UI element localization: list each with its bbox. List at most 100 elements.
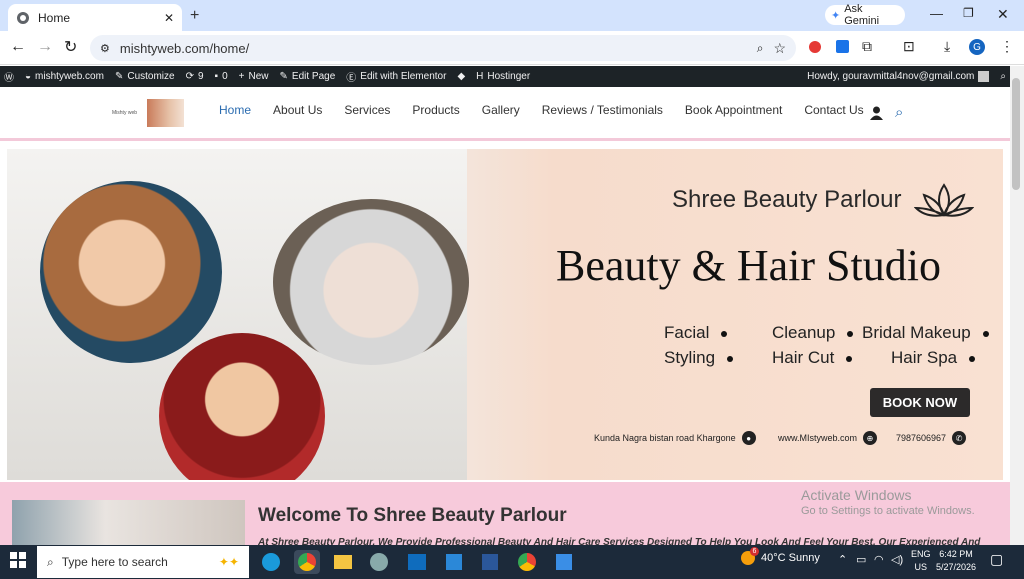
search-highlight-icon: ✦✦ <box>218 555 239 569</box>
volume-icon[interactable]: ◁) <box>891 553 903 566</box>
taskbar-search[interactable]: ⌕ Type here to search ✦✦ <box>37 546 249 578</box>
site-search-icon[interactable]: ⌕ <box>895 104 903 121</box>
minimize-icon[interactable]: — <box>930 6 943 21</box>
wp-hostinger-link[interactable]: H Hostinger <box>476 71 530 82</box>
tab-title: Home <box>38 10 71 25</box>
site-info-icon[interactable]: ⚙ <box>100 42 110 55</box>
banner-headline: Beauty & Hair Studio <box>556 241 941 290</box>
scrollbar-thumb[interactable] <box>1012 78 1020 190</box>
wp-search-icon[interactable]: ⌕ <box>1000 71 1006 82</box>
wp-updates-link[interactable]: ⟳ 9 <box>186 71 204 82</box>
service-styling: Styling <box>664 348 734 368</box>
wp-site-label: mishtyweb.com <box>35 71 104 82</box>
close-window-icon[interactable]: ✕ <box>997 6 1009 23</box>
show-hidden-icons-chevron-icon[interactable]: ⌃ <box>838 553 847 566</box>
service-bridal-makeup: Bridal Makeup <box>862 323 989 343</box>
nav-contact-us[interactable]: Contact Us <box>804 103 863 117</box>
notifications-icon[interactable]: ▢ <box>990 551 1003 568</box>
new-tab-icon[interactable]: + <box>190 7 199 25</box>
chrome-browser-icon[interactable] <box>294 550 320 574</box>
address-label: Kunda Nagra bistan road Khargone <box>594 433 736 443</box>
wordpress-logo-icon[interactable]: Ⓦ <box>4 69 14 84</box>
wp-howdy-label: Howdy, gouravmittal4nov@gmail.com <box>807 71 975 82</box>
outlook-icon[interactable] <box>404 550 430 574</box>
wp-howdy-account[interactable]: Howdy, gouravmittal4nov@gmail.com <box>807 71 990 82</box>
close-tab-icon[interactable]: ✕ <box>164 11 174 25</box>
diamond-icon[interactable]: ◆ <box>457 71 465 82</box>
bookmark-star-icon[interactable]: ☆ <box>773 40 786 57</box>
nav-services[interactable]: Services <box>344 103 390 117</box>
service-cleanup: Cleanup <box>772 323 854 343</box>
wp-admin-bar: Ⓦ ◒ mishtyweb.com ✎ Customize ⟳ 9 ▪ 0 + New ✎… <box>0 66 1010 87</box>
ask-gemini-label: Ask Gemini <box>844 3 880 27</box>
service-cleanup-label: Cleanup <box>772 323 836 342</box>
microsoft-store-icon[interactable] <box>441 550 467 574</box>
language-indicator[interactable]: ENG US <box>911 548 931 574</box>
wp-customize-label: Customize <box>127 71 175 82</box>
tab-search-icon[interactable]: ⊡ <box>903 38 915 55</box>
nav-home[interactable]: Home <box>219 103 251 117</box>
phone-label: 7987606967 <box>896 433 947 443</box>
windows-start-icon[interactable] <box>10 552 26 571</box>
file-explorer-icon[interactable] <box>330 550 356 574</box>
activate-title: Activate Windows <box>801 487 912 503</box>
back-icon[interactable]: ← <box>10 38 26 56</box>
wifi-icon[interactable]: ◠ <box>874 553 884 566</box>
extensions-puzzle-icon[interactable]: ⧉ <box>862 38 872 55</box>
elementor-icon: Ⓔ <box>346 73 357 84</box>
service-bridal-makeup-label: Bridal Makeup <box>862 323 971 342</box>
account-icon[interactable] <box>870 106 883 123</box>
language-code: ENG <box>911 549 931 559</box>
battery-icon[interactable]: ▭ <box>856 553 866 566</box>
photos-icon[interactable] <box>551 550 577 574</box>
forward-icon[interactable]: → <box>37 38 53 56</box>
salon-interior-image <box>12 500 245 545</box>
nav-book-appointment[interactable]: Book Appointment <box>685 103 782 117</box>
service-hair-cut: Hair Cut <box>772 348 853 368</box>
bullet-icon <box>847 330 854 337</box>
address-bar[interactable]: ⚙ mishtyweb.com/home/ ⌕ ☆ <box>90 35 796 61</box>
service-hair-spa: Hair Spa <box>891 348 976 368</box>
site-favicon-icon <box>16 11 30 25</box>
nav-about-us[interactable]: About Us <box>273 103 322 117</box>
wp-customize-link[interactable]: ✎ Customize <box>115 71 175 82</box>
restore-icon[interactable]: ❐ <box>963 6 974 20</box>
sun-icon: 6 <box>741 547 759 565</box>
nav-products[interactable]: Products <box>412 103 459 117</box>
book-now-button[interactable]: BOOK NOW <box>870 388 970 417</box>
site-logo-text: Mishty web <box>112 110 138 116</box>
app-icon[interactable] <box>366 550 392 574</box>
bullet-icon <box>846 355 853 362</box>
wp-new-link[interactable]: + New <box>239 71 269 82</box>
download-icon[interactable]: ⤓ <box>944 38 950 55</box>
pencil-icon: ✎ <box>279 71 288 82</box>
extension-blue-icon[interactable] <box>836 40 849 53</box>
zoom-icon[interactable]: ⌕ <box>757 41 764 56</box>
plus-icon: + <box>238 71 245 82</box>
browser-tab[interactable]: Home ✕ <box>8 4 182 31</box>
nav-gallery[interactable]: Gallery <box>482 103 520 117</box>
site-logo[interactable] <box>147 99 184 127</box>
nav-reviews[interactable]: Reviews / Testimonials <box>542 103 663 117</box>
banner-address: Kunda Nagra bistan road Khargone ● <box>594 431 756 445</box>
wp-edit-page-link[interactable]: ✎ Edit Page <box>280 71 336 82</box>
bullet-icon <box>969 355 976 362</box>
edge-browser-icon[interactable] <box>258 550 284 574</box>
lotus-icon <box>913 180 975 223</box>
wp-site-link[interactable]: ◒ mishtyweb.com <box>25 71 104 82</box>
reload-icon[interactable]: ↻ <box>64 37 77 57</box>
weather-widget[interactable]: 6 40°C Sunny <box>741 547 820 565</box>
wp-updates-count: 9 <box>197 71 204 82</box>
search-icon: ⌕ <box>47 554 54 569</box>
word-icon[interactable] <box>477 550 503 574</box>
clock[interactable]: 6:42 PM 5/27/2026 <box>936 548 976 574</box>
wp-elementor-link[interactable]: Ⓔ Edit with Elementor <box>346 69 446 84</box>
dashboard-icon: ◒ <box>25 71 32 82</box>
extension-red-icon[interactable] <box>809 41 821 53</box>
menu-kebab-icon[interactable]: ⋮ <box>1000 38 1014 55</box>
profile-avatar[interactable]: G <box>969 39 985 55</box>
chrome-profile-icon[interactable] <box>514 550 540 574</box>
banner-website: www.MIstyweb.com ⊕ <box>778 431 878 445</box>
ask-gemini-button[interactable]: ✦ Ask Gemini <box>825 3 905 27</box>
wp-comments-link[interactable]: ▪ 0 <box>215 71 228 82</box>
